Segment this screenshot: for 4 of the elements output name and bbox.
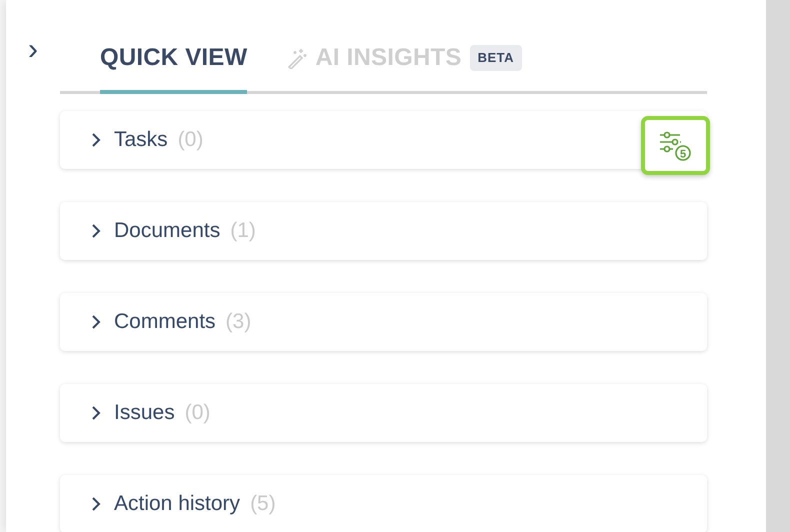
- collapse-button[interactable]: ›: [24, 34, 42, 66]
- tab[interactable]: QUICK VIEW: [100, 30, 248, 94]
- magic-wand-icon: [287, 47, 308, 69]
- beta-badge: BETA: [470, 45, 522, 71]
